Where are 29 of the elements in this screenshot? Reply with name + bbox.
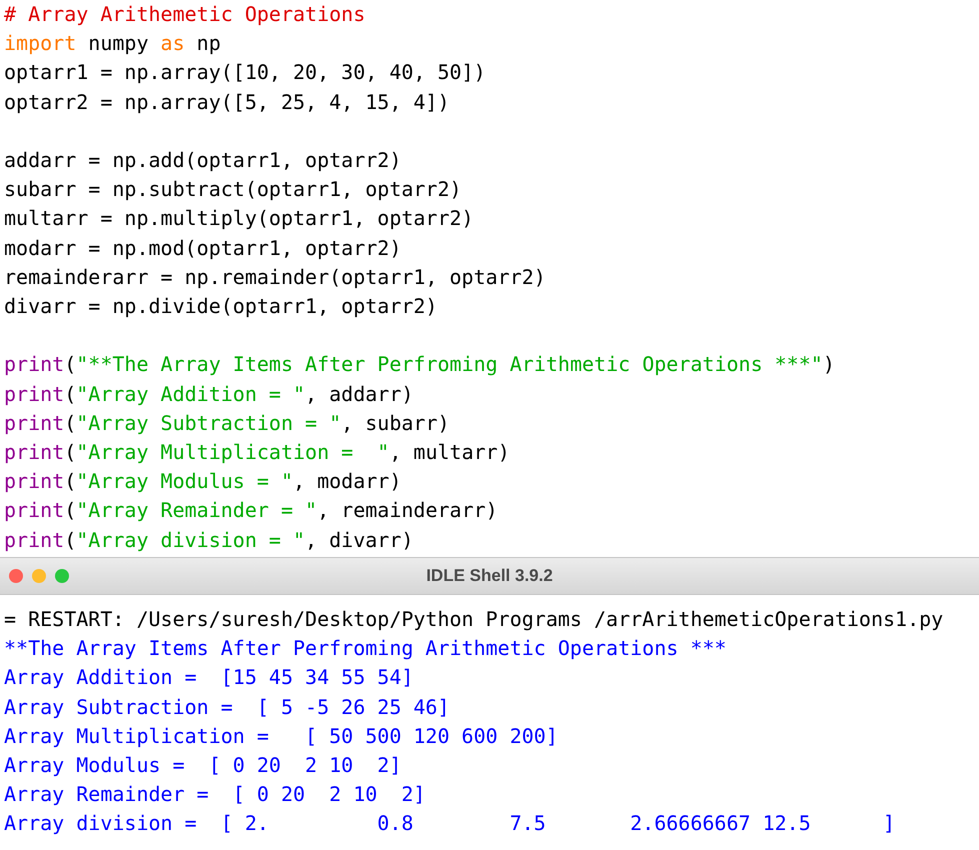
code-line: modarr = np.mod(optarr1, optarr2) (4, 234, 402, 262)
code-line: print("Array Multiplication = ", multarr) (4, 439, 511, 466)
shell-line: Array Subtraction = [ 5 -5 26 25 46] (4, 694, 450, 721)
code-line: print("Array Addition = ", addarr) (4, 380, 414, 408)
code-line: print("Array Modulus = ", modarr) (4, 468, 402, 496)
code-line: # Array Arithemetic Operations (4, 1, 366, 28)
code-line: multarr = np.multiply(optarr1, optarr2) (4, 205, 475, 232)
shell-line: Array Remainder = [ 0 20 2 10 2] (4, 781, 426, 808)
zoom-icon[interactable] (55, 569, 69, 583)
shell-line: Array Addition = [15 45 34 55 54] (4, 664, 414, 692)
code-line: print("**The Array Items After Perfroming Arithmetic Operations ***") (4, 351, 836, 378)
code-line: print("Array Remainder = ", remainderarr) (4, 497, 499, 524)
code-line: print("Array Subtraction = ", subarr) (4, 410, 451, 437)
code-line: addarr = np.add(optarr1, optarr2) (4, 147, 402, 174)
code-line: import numpy as np (4, 30, 222, 58)
code-line: remainderarr = np.remainder(optarr1, optarr2) (4, 264, 547, 291)
code-line: optarr1 = np.array([10, 20, 30, 40, 50]) (4, 59, 487, 86)
minimize-icon[interactable] (32, 569, 46, 583)
code-line: divarr = np.divide(optarr1, optarr2) (4, 293, 438, 320)
shell-line: Array division = [ 2. 0.8 7.5 2.66666667 12.5 ] (4, 810, 896, 838)
window-title: IDLE Shell 3.9.2 (426, 566, 553, 586)
shell-line: **The Array Items After Perfroming Arithmetic Operations *** (4, 635, 726, 662)
close-icon[interactable] (9, 569, 23, 583)
shell-line: = RESTART: /Users/suresh/Desktop/Python Programs /arrArithemeticOperations1.py (4, 606, 944, 633)
code-line: subarr = np.subtract(optarr1, optarr2) (4, 176, 463, 204)
code-line: optarr2 = np.array([5, 25, 4, 15, 4]) (4, 88, 451, 116)
code-line: print("Array division = ", divarr) (4, 526, 414, 554)
shell-line: Array Multiplication = [ 50 500 120 600 200] (4, 722, 558, 750)
shell-line: Array Modulus = [ 0 20 2 10 2] (4, 752, 402, 780)
